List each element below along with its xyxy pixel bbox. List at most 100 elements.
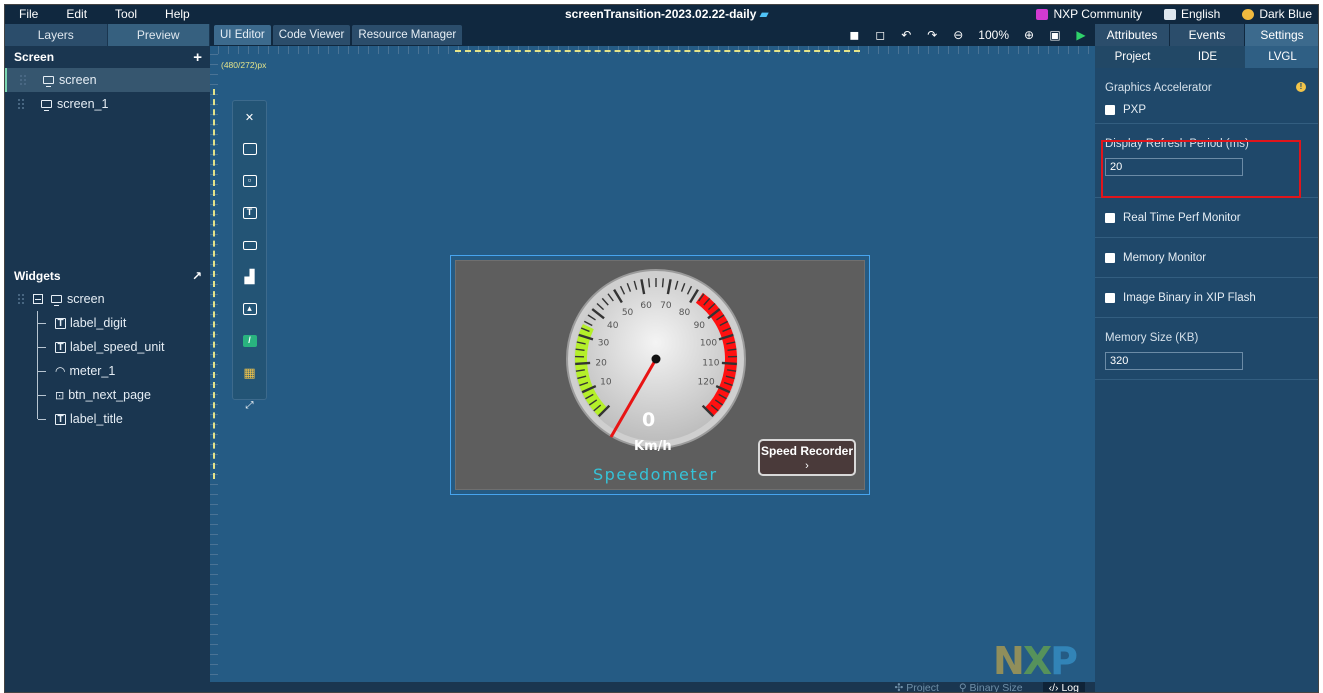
generate-code-icon[interactable]: ▣ (1049, 29, 1061, 41)
text-icon: T (55, 413, 66, 425)
widget-item-label-digit[interactable]: Tlabel_digit (5, 311, 210, 335)
image-binary-section: Image Binary in XIP Flash (1095, 278, 1318, 318)
image-binary-row[interactable]: Image Binary in XIP Flash (1105, 292, 1310, 304)
subtab-lvgl[interactable]: LVGL (1245, 46, 1318, 68)
imgbtn-widget-icon[interactable]: ▫ (233, 165, 266, 197)
label-digit[interactable]: 0 (642, 409, 655, 431)
canvas-selection-frame[interactable]: 10 20 30 40 50 60 70 80 90 100 110 120 0 Km/h Speed… (450, 255, 870, 495)
screen-item-screen-1[interactable]: screen_1 (5, 92, 210, 116)
app-title-text: screenTransition-2023.02.22-daily (565, 7, 757, 21)
collapse-icon[interactable] (33, 294, 43, 304)
nxp-community-link[interactable]: NXP Community (1036, 5, 1142, 24)
tab-code-viewer[interactable]: Code Viewer (272, 25, 351, 45)
widget-item-btn-next-page[interactable]: ⊡ btn_next_page (5, 383, 210, 407)
tree-line (37, 311, 49, 335)
button-widget-icon[interactable] (233, 133, 266, 165)
add-screen-icon[interactable]: + (193, 49, 202, 66)
send-back-icon[interactable]: ◻ (874, 29, 886, 41)
menu-tool[interactable]: Tool (101, 5, 151, 24)
memory-size-input[interactable]: 320 (1105, 352, 1243, 370)
widget-tree-root[interactable]: screen (5, 287, 210, 311)
palette-icon (1242, 9, 1255, 20)
memory-size-section: Memory Size (KB) 320 (1095, 318, 1318, 380)
gauge-tick-label: 70 (660, 301, 672, 311)
memory-monitor-label: Memory Monitor (1123, 252, 1207, 264)
tab-resource-manager[interactable]: Resource Manager (352, 25, 463, 45)
memory-monitor-checkbox[interactable] (1105, 253, 1115, 263)
pxp-checkbox[interactable] (1105, 105, 1115, 115)
run-icon[interactable]: ▶ (1075, 29, 1087, 41)
widget-label: meter_1 (69, 364, 116, 378)
monitor-icon (41, 100, 52, 111)
zoom-out-icon[interactable]: ⊖ (952, 29, 964, 41)
tab-attributes[interactable]: Attributes (1095, 24, 1169, 46)
widgets-panel-header: Widgets ↗ (5, 265, 210, 287)
collapse-palette-icon[interactable]: ✕ (233, 101, 266, 133)
qrcode-widget-icon[interactable]: ▦ (233, 357, 266, 389)
tab-ui-editor[interactable]: UI Editor (214, 25, 271, 45)
perf-monitor-section: Real Time Perf Monitor (1095, 198, 1318, 238)
chart-widget-icon[interactable]: ▟ (233, 261, 266, 293)
widget-item-meter[interactable]: ◠ meter_1 (5, 359, 210, 383)
screen-item-screen[interactable]: screen (5, 68, 210, 92)
zoom-in-icon[interactable]: ⊕ (1023, 29, 1035, 41)
gauge-tick-label: 60 (640, 301, 652, 311)
text-icon: T (55, 317, 66, 329)
widgets-panel-title: Widgets (14, 269, 61, 283)
bring-front-icon[interactable]: ◼ (848, 29, 860, 41)
expand-palette-icon[interactable]: ⤢ (233, 389, 266, 421)
label-speed-unit[interactable]: Km/h (634, 439, 672, 454)
subtab-project[interactable]: Project (1095, 46, 1170, 68)
gauge-tick-label: 120 (698, 378, 715, 388)
screen-item-label: screen_1 (57, 97, 109, 111)
warning-icon[interactable]: ! (1296, 82, 1306, 92)
ruler-highlight (213, 89, 215, 479)
drag-handle-icon[interactable] (19, 74, 27, 86)
drag-handle-icon[interactable] (17, 293, 25, 305)
status-binary-label: Binary Size (969, 682, 1023, 693)
theme-select[interactable]: Dark Blue (1242, 5, 1312, 24)
btn-next-page-label: Speed Recorder (760, 444, 854, 458)
widget-item-label-title[interactable]: Tlabel_title (5, 407, 210, 431)
status-project[interactable]: ✣ Project (895, 682, 939, 692)
menu-help[interactable]: Help (151, 5, 204, 24)
subtab-ide[interactable]: IDE (1170, 46, 1245, 68)
perf-monitor-checkbox[interactable] (1105, 213, 1115, 223)
tree-line (37, 335, 49, 359)
tab-settings[interactable]: Settings (1245, 24, 1318, 46)
status-binary-size[interactable]: ⚲ Binary Size (959, 682, 1023, 693)
external-link-icon[interactable]: ↗ (192, 269, 202, 283)
graphics-accelerator-label: Graphics Accelerator (1105, 82, 1212, 94)
menu-file[interactable]: File (5, 5, 52, 24)
memory-monitor-row[interactable]: Memory Monitor (1105, 252, 1310, 264)
status-log[interactable]: ‹/› Log (1042, 682, 1085, 692)
btn-next-page[interactable]: Speed Recorder › (758, 439, 856, 476)
image-binary-checkbox[interactable] (1105, 293, 1115, 303)
drag-handle-icon[interactable] (17, 98, 25, 110)
textarea-widget-icon[interactable] (233, 229, 266, 261)
pxp-checkbox-row[interactable]: PXP (1105, 104, 1310, 116)
perf-monitor-row[interactable]: Real Time Perf Monitor (1105, 212, 1310, 224)
label-title[interactable]: Speedometer (593, 465, 718, 484)
image-widget-icon[interactable]: ▴ (233, 293, 266, 325)
image-shape: ▴ (242, 303, 257, 315)
redo-icon[interactable]: ↷ (926, 29, 938, 41)
perf-monitor-label: Real Time Perf Monitor (1123, 212, 1241, 224)
tab-events[interactable]: Events (1170, 24, 1244, 46)
nxp-community-label: NXP Community (1053, 7, 1142, 21)
tree-line (37, 383, 49, 407)
language-select[interactable]: English (1163, 5, 1220, 24)
widget-item-label-speed-unit[interactable]: Tlabel_speed_unit (5, 335, 210, 359)
gauge-tick-label: 100 (700, 339, 717, 349)
left-tabs: Layers Preview (5, 24, 210, 46)
menu-edit[interactable]: Edit (52, 5, 101, 24)
menubar: File Edit Tool Help screenTransition-202… (5, 5, 1318, 24)
label-widget-icon[interactable]: T (233, 197, 266, 229)
screen-canvas[interactable]: 10 20 30 40 50 60 70 80 90 100 110 120 0 Km/h Speed… (455, 260, 865, 490)
tab-preview[interactable]: Preview (107, 24, 210, 46)
widget-palette: ✕ ▫ T ▟ ▴ / ▦ ⤢ (232, 100, 267, 411)
pxp-label: PXP (1123, 104, 1147, 116)
undo-icon[interactable]: ↶ (900, 29, 912, 41)
line-widget-icon[interactable]: / (233, 325, 266, 357)
tab-layers[interactable]: Layers (5, 24, 108, 46)
